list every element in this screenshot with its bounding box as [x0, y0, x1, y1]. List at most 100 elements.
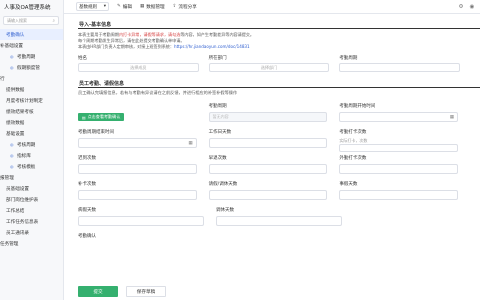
grid-row: ▤ 点击查看考勤确认 考勤周期 暂无内容 考勤周期开始时间 ▦ — [78, 102, 470, 128]
sidebar-item[interactable]: 考勤确认 — [0, 29, 63, 40]
period2-cell: 考勤周期 暂无内容 — [208, 102, 340, 128]
notice-line1-post: 等内容，如产生考勤差异等内容请提交。 — [180, 32, 255, 37]
sidebar-item-label: 报管理 — [0, 175, 14, 181]
sidebar-item[interactable]: 基础设置 — [0, 128, 63, 139]
sidebar-item[interactable]: 绩效结果考核 — [0, 106, 63, 117]
period2-label: 考勤周期 — [208, 104, 227, 109]
user-icon[interactable]: ◉ — [468, 3, 476, 11]
import-blank-label — [78, 102, 197, 112]
confirm-label: 考勤确认 — [78, 234, 96, 239]
sidebar-item-label: 考核模板 — [17, 164, 36, 170]
sidebar-nav: 考勤确认 补基础设置 ◎ 考勤周期 ◎ 假期额度管行提供数据 月度考核计划制定 绩效结果考核绩… — [0, 29, 63, 249]
data-manage-button[interactable]: ▦ 数据管理 — [140, 4, 165, 10]
settings-icon[interactable]: ⚙ — [457, 3, 465, 11]
sidebar-item-label: 部门岗位维护表 — [6, 197, 39, 203]
circle-icon: ◎ — [10, 65, 14, 70]
period-start-input[interactable]: ▦ — [339, 112, 459, 122]
sidebar-item-label: 行 — [0, 76, 5, 82]
sidebar-item[interactable]: 月度考核计划制定 — [0, 95, 63, 106]
sidebar-item[interactable]: 绩效数据 — [0, 117, 63, 128]
sidebar-item[interactable]: ◎ 假期额度管 — [0, 62, 63, 73]
dept-picker[interactable]: 选择部门 — [208, 63, 330, 72]
rule-select-value: 基数规则 — [79, 4, 97, 10]
attendance-grid: ▤ 点击查看考勤确认 考勤周期 暂无内容 考勤周期开始时间 ▦ 考勤周期结束时间… — [78, 102, 470, 246]
grid-row: 补卡次数 请假/调休天数 事假天数 — [78, 180, 470, 206]
late-input[interactable] — [78, 164, 197, 174]
submit-button[interactable]: 提交 — [78, 286, 118, 297]
name-member-picker[interactable]: 选择成员 — [78, 63, 199, 72]
sidebar-item[interactable]: 工作总结 — [0, 205, 63, 216]
sidebar-item[interactable]: 员基础设置 — [0, 183, 63, 194]
makeup-input[interactable] — [78, 190, 197, 200]
comp-leave-input[interactable] — [216, 216, 342, 226]
period2-input: 暂无内容 — [208, 112, 328, 122]
sidebar-item[interactable]: ◎ 考核周期 — [0, 139, 63, 150]
grid-row: 病假天数 调休天数 — [78, 206, 470, 232]
period-input[interactable] — [339, 63, 461, 72]
rule-select[interactable]: 基数规则 ▾ — [76, 2, 109, 11]
leave-input[interactable] — [208, 190, 328, 200]
makeup-label: 补卡次数 — [78, 182, 96, 187]
search-input[interactable]: 请输入搜索 ⌕ — [3, 16, 59, 25]
sidebar-item[interactable]: 报管理 — [0, 172, 63, 183]
sidebar-item-label: 员工通讯录 — [6, 230, 29, 236]
calendar-icon: ▦ — [449, 114, 455, 120]
save-draft-button[interactable]: 保存草稿 — [126, 286, 166, 297]
app-root: 人事及OA管理系统 请输入搜索 ⌕ 考勤确认 补基础设置 ◎ 考勤周期 ◎ 假期额度管行提… — [0, 0, 480, 300]
sidebar-item-label: 工作总结 — [6, 208, 25, 214]
share-button[interactable]: ⇪ 流程分享 — [173, 4, 197, 10]
notice-text: 本表主要用于考勤周期内打卡异常，请假等请求，请勾选等内容，如产生考勤差异等内容请… — [78, 32, 470, 50]
sidebar-item-label: 提供数据 — [6, 87, 25, 93]
period-end-input[interactable]: ▦ — [78, 138, 197, 148]
makeup-cell: 补卡次数 — [78, 180, 209, 206]
sidebar-item[interactable]: 提供数据 — [0, 84, 63, 95]
punch-count-label: 考勤打卡次数 — [339, 130, 367, 135]
sick-input[interactable] — [78, 216, 204, 226]
name-label: 姓名 — [78, 56, 87, 61]
name-placeholder: 选择成员 — [130, 64, 147, 70]
notice-link[interactable]: https://hr.jiandaoyun.com/doc/14831 — [174, 44, 250, 49]
punch-count-input[interactable] — [339, 144, 459, 152]
sidebar-item[interactable]: ◎ 考勤周期 — [0, 51, 63, 62]
sidebar-item[interactable]: 行 — [0, 73, 63, 84]
sidebar-item[interactable]: 员工通讯录 — [0, 227, 63, 238]
search-placeholder: 请输入搜索 — [7, 17, 27, 23]
personal-leave-input[interactable] — [339, 190, 459, 200]
sidebar-item-label: 指标库 — [17, 153, 31, 159]
period-label: 考勤周期 — [339, 56, 358, 61]
period-start-cell: 考勤周期开始时间 ▦ — [339, 102, 470, 128]
comp-leave-label: 调休天数 — [216, 208, 234, 213]
field-punch-input[interactable] — [339, 164, 459, 174]
notice-line3-pre: 本表由HR部门负责人定期审核，对接上班签到系统： — [78, 44, 174, 49]
view-attendance-button[interactable]: ▤ 点击查看考勤确认 — [78, 113, 125, 121]
sidebar-item-label: 假期额度管 — [17, 65, 40, 71]
section-attendance-title: 员工考勤、请假信息 — [78, 81, 480, 88]
sidebar-item-label: 补基础设置 — [0, 43, 23, 49]
sidebar-item[interactable]: 工作任务信息表 — [0, 216, 63, 227]
share-icon: ⇪ — [172, 4, 177, 9]
workdays-label: 工作日天数 — [208, 130, 232, 135]
sidebar-item[interactable]: ◎ 指标库 — [0, 150, 63, 161]
import-cell: ▤ 点击查看考勤确认 — [78, 102, 209, 128]
circle-icon: ◎ — [10, 164, 14, 169]
sidebar-item[interactable]: 补基础设置 — [0, 40, 63, 51]
sidebar-item-label: 考核周期 — [17, 142, 36, 148]
sidebar-item[interactable]: 部门岗位维护表 — [0, 194, 63, 205]
grid-row: 考勤确认 — [78, 232, 470, 246]
sidebar-item[interactable]: 任务管理 — [0, 238, 63, 249]
early-input[interactable] — [208, 164, 328, 174]
sidebar-item[interactable]: ◎ 考核模板 — [0, 161, 63, 172]
sidebar-item-label: 考勤确认 — [6, 32, 25, 38]
sidebar-item-label: 月度考核计划制定 — [6, 98, 43, 104]
period2-value: 暂无内容 — [212, 114, 229, 119]
workdays-input[interactable] — [208, 138, 328, 148]
dept-field: 所在部门 选择部门 — [208, 55, 340, 72]
sidebar: 人事及OA管理系统 请输入搜索 ⌕ 考勤确认 补基础设置 ◎ 考勤周期 ◎ 假期额度管行提… — [0, 0, 64, 300]
form-footer: 提交 保存草稿 — [78, 286, 166, 297]
sick-label: 病假天数 — [78, 208, 96, 213]
app-title: 人事及OA管理系统 — [4, 5, 51, 11]
name-field: 姓名 选择成员 — [78, 55, 209, 72]
chevron-down-icon: ▾ — [103, 4, 106, 9]
edit-button[interactable]: ✎ 编辑 — [117, 4, 132, 10]
grid-row: 考勤周期结束时间 ▦ 工作日天数 考勤打卡次数 实际打卡，次数 — [78, 128, 470, 154]
